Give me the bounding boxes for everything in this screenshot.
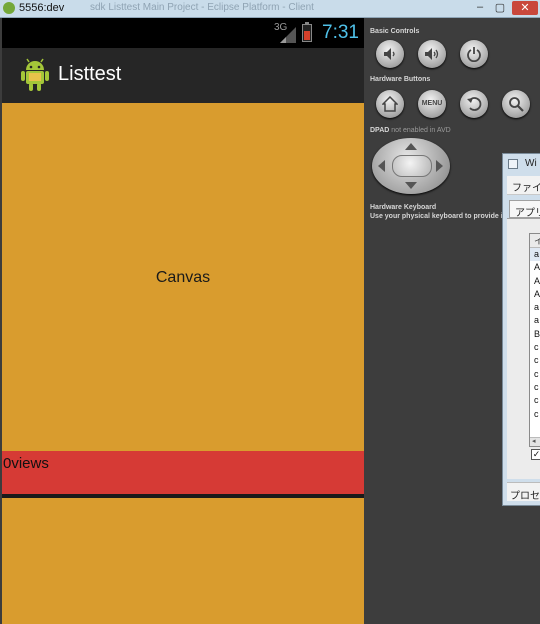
back-button[interactable] [460, 90, 488, 118]
lower-content-area [2, 498, 364, 624]
window-icon [508, 159, 518, 169]
battery-icon [302, 22, 312, 42]
search-icon [509, 97, 524, 112]
list-item[interactable]: c [530, 354, 540, 367]
emulator-title-bar: 5556:dev sdk Listtest Main Project - Ecl… [0, 0, 540, 18]
side-window[interactable]: Wi ファイ アプリ イ a A A A a a B c c c c c c ◂… [502, 153, 540, 506]
hardware-buttons-label: Hardware Buttons [370, 76, 431, 83]
list-item[interactable]: a [530, 301, 540, 314]
dpad-title: DPAD [370, 127, 390, 134]
window-title: 5556:dev [19, 2, 65, 14]
dpad-note: not enabled in AVD [391, 127, 451, 134]
volume-down-icon [384, 48, 395, 60]
phone-screen: 3G 7:31 Listtest Canvas 0views [2, 18, 364, 624]
status-time: 7:31 [322, 22, 359, 43]
app-title: Listtest [58, 63, 122, 85]
dpad-label: DPAD not enabled in AVD [370, 127, 451, 134]
emulator-app-icon [3, 2, 15, 14]
list-item[interactable]: c [530, 394, 540, 407]
maximize-button[interactable]: ▢ [490, 1, 510, 15]
search-button[interactable] [502, 90, 530, 118]
hardware-keyboard-note: Use your physical keyboard to provide in… [370, 213, 518, 220]
power-icon [467, 47, 481, 62]
file-menu[interactable]: ファイ [512, 179, 540, 194]
back-icon [467, 97, 482, 111]
dpad-down-icon[interactable] [405, 182, 417, 189]
home-icon [382, 96, 398, 112]
signal-icon [280, 27, 296, 43]
side-window-statusbar: プロセ [507, 482, 540, 502]
list-item[interactable]: c [530, 381, 540, 394]
background-window-title: sdk Listtest Main Project - Eclipse Plat… [90, 2, 314, 13]
menu-button-label: MENU [421, 100, 443, 107]
list-item[interactable]: A [530, 261, 540, 274]
dpad-center-button[interactable] [392, 155, 432, 177]
statusbar-text: プロセ [510, 491, 540, 502]
tab-label: アプリ [515, 208, 540, 219]
list-item[interactable]: A [530, 288, 540, 301]
list-item[interactable]: c [530, 368, 540, 381]
list-item[interactable]: a [530, 314, 540, 327]
action-bar: Listtest [2, 48, 364, 103]
dpad-up-icon[interactable] [405, 143, 417, 150]
list-item-text: 0views [3, 455, 49, 472]
horizontal-scrollbar[interactable]: ◂ [530, 437, 540, 446]
process-list[interactable]: イ a A A A a a B c c c c c c ◂ [529, 233, 540, 447]
power-button[interactable] [460, 40, 488, 68]
show-all-checkbox[interactable]: ✓ [531, 449, 540, 460]
list-item[interactable]: a [530, 248, 540, 262]
list-item[interactable]: B [530, 328, 540, 341]
android-robot-icon[interactable] [20, 58, 50, 92]
dpad[interactable] [372, 138, 450, 194]
close-window-button[interactable]: ✕ [512, 1, 538, 15]
dpad-left-icon[interactable] [378, 160, 385, 172]
list-item[interactable]: 0views [2, 451, 364, 494]
volume-up-icon [425, 48, 439, 60]
dpad-right-icon[interactable] [436, 160, 443, 172]
tab-applications[interactable]: アプリ [509, 200, 540, 219]
list-item[interactable]: c [530, 341, 540, 354]
list-item[interactable]: A [530, 275, 540, 288]
volume-up-button[interactable] [418, 40, 446, 68]
status-bar: 3G 7:31 [2, 18, 364, 48]
volume-down-button[interactable] [376, 40, 404, 68]
side-window-title: Wi [525, 158, 537, 169]
list-item[interactable]: c [530, 408, 540, 421]
side-window-panel: イ a A A A a a B c c c c c c ◂ ✓ [507, 218, 540, 479]
minimize-button[interactable]: – [470, 1, 490, 15]
basic-controls-label: Basic Controls [370, 28, 420, 35]
side-window-menu[interactable]: ファイ [507, 176, 540, 195]
hardware-keyboard-label: Hardware Keyboard [370, 204, 437, 211]
list-column-header[interactable]: イ [530, 234, 540, 248]
home-button[interactable] [376, 90, 404, 118]
menu-button[interactable]: MENU [418, 90, 446, 118]
canvas-label: Canvas [155, 269, 211, 286]
canvas-view[interactable]: Canvas [2, 103, 364, 451]
